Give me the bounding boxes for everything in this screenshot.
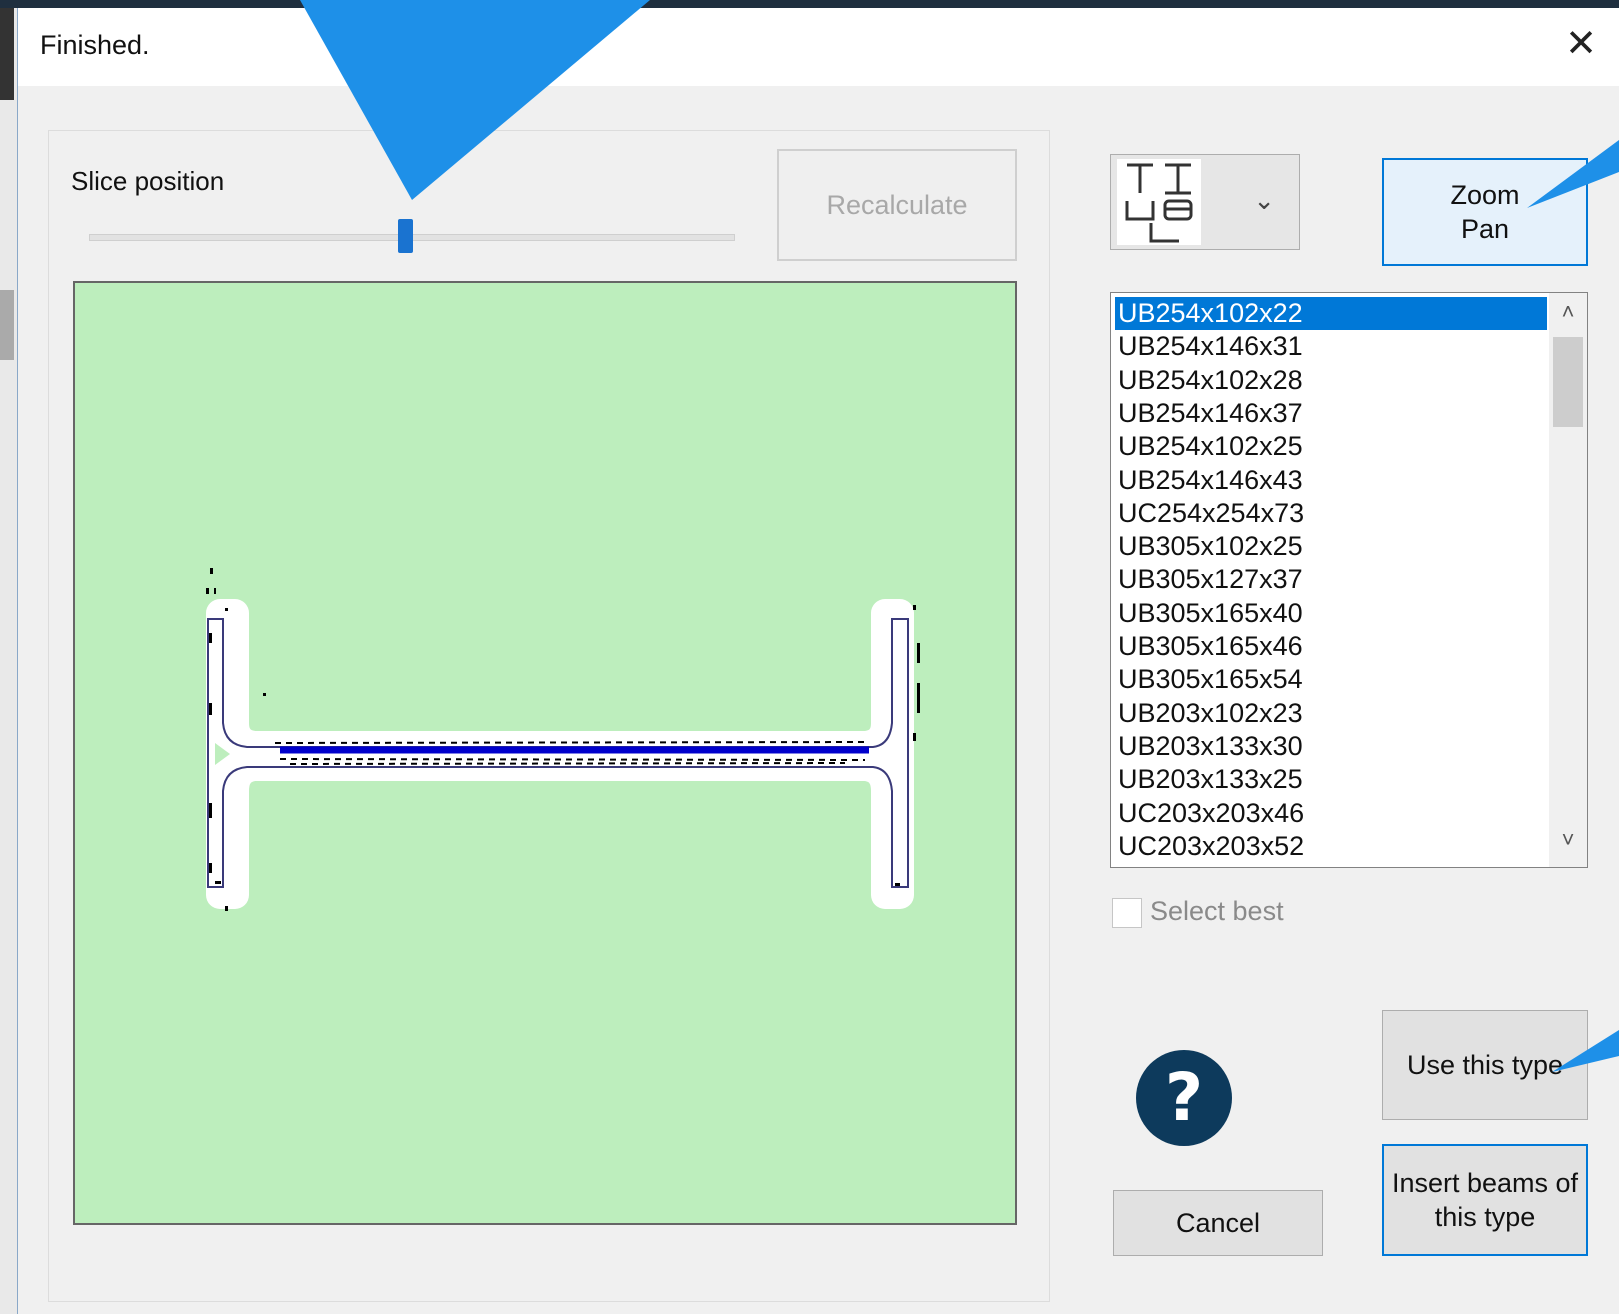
- zoom-callout-arrow: [1527, 140, 1619, 208]
- tutorial-callouts: [300, 0, 1619, 1072]
- slice-callout-arrow: [300, 0, 650, 200]
- use-type-callout-arrow: [1552, 1030, 1619, 1072]
